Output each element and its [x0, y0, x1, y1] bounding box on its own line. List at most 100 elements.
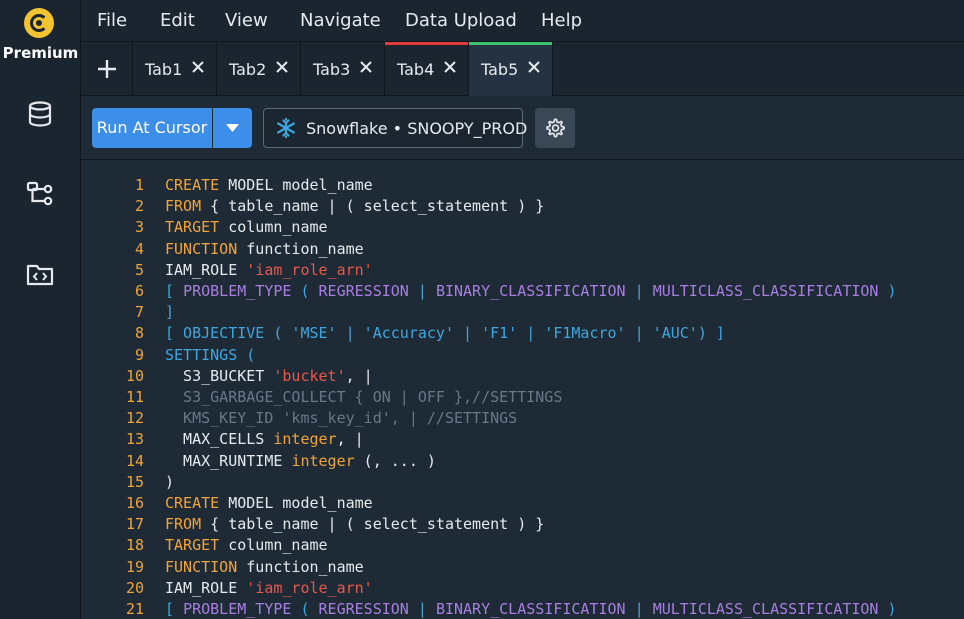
code-token: [ — [165, 600, 184, 618]
code-line[interactable]: 10 S3_BUCKET 'bucket', | — [81, 367, 964, 388]
code-token: TARGET — [165, 218, 220, 237]
code-text: TARGET column_name — [165, 536, 328, 554]
run-options-dropdown[interactable] — [213, 108, 252, 148]
code-token: ( — [291, 282, 319, 300]
settings-button[interactable] — [535, 108, 575, 148]
code-token: | — [625, 600, 653, 618]
toolbar: Run At Cursor Snowflake • SNOOPY_PROD — [81, 96, 964, 160]
tab-3[interactable]: Tab3 — [301, 42, 385, 96]
code-token: integer — [291, 451, 355, 470]
schema-tree-icon[interactable] — [26, 180, 54, 208]
menu-navigate[interactable]: Navigate — [300, 10, 381, 31]
code-token: [ OBJECTIVE ( 'MSE' | 'Accuracy' | 'F1' … — [165, 324, 725, 343]
code-line[interactable]: 1 CREATE MODEL model_name — [81, 176, 964, 197]
database-icon[interactable] — [26, 100, 54, 128]
line-number: 16 — [125, 494, 144, 512]
code-token: integer — [273, 430, 337, 449]
code-token: , | — [336, 430, 364, 449]
plus-icon — [98, 60, 116, 78]
tab-5[interactable]: Tab5 — [469, 42, 553, 96]
line-number: 7 — [134, 303, 144, 322]
new-tab-button[interactable] — [81, 42, 133, 96]
code-line[interactable]: 14 MAX_RUNTIME integer (, ... ) — [81, 452, 964, 473]
code-text: SETTINGS ( — [165, 346, 255, 364]
code-line[interactable]: 7] — [81, 303, 964, 324]
code-line[interactable]: 13 MAX_CELLS integer, | — [81, 430, 964, 451]
code-token: ] — [165, 303, 175, 322]
code-text: ) — [165, 473, 174, 491]
code-token: CREATE — [165, 494, 220, 512]
code-text: ] — [165, 303, 174, 321]
code-token: MULTICLASS_CLASSIFICATION — [652, 600, 879, 618]
code-token: BINARY_CLASSIFICATION — [435, 282, 626, 300]
code-line[interactable]: 9 SETTINGS ( — [81, 346, 964, 367]
code-token: ) — [878, 282, 897, 300]
code-text: IAM_ROLE 'iam_role_arn' — [165, 261, 373, 279]
logo-icon[interactable] — [24, 8, 54, 38]
code-line[interactable]: 19 FUNCTION function_name — [81, 558, 964, 579]
tab-4[interactable]: Tab4 — [385, 42, 469, 96]
menu-file[interactable]: File — [97, 10, 127, 31]
code-token: ) — [878, 600, 897, 618]
code-line[interactable]: 5 IAM_ROLE 'iam_role_arn' — [81, 261, 964, 282]
brand-label: Premium — [2, 44, 79, 62]
tab-label: Tab5 — [481, 60, 519, 79]
code-line[interactable]: 6 [ PROBLEM_TYPE ( REGRESSION | BINARY_CL… — [81, 282, 964, 303]
tab-1[interactable]: Tab1 — [133, 42, 217, 96]
code-token: TARGET — [165, 536, 220, 555]
tab-label: Tab2 — [229, 60, 267, 79]
code-line[interactable]: 2 FROM { table_name | ( select_statement … — [81, 197, 964, 218]
code-line[interactable]: 17 FROM { table_name | ( select_statement… — [81, 515, 964, 536]
code-line[interactable]: 16 CREATE MODEL model_name — [81, 494, 964, 515]
code-token: REGRESSION — [318, 600, 409, 618]
line-number: 21 — [125, 600, 144, 618]
line-number: 9 — [134, 345, 144, 364]
tab-label: Tab3 — [313, 60, 351, 79]
code-token: 'iam_role_arn' — [246, 578, 373, 597]
run-at-cursor-button[interactable]: Run At Cursor — [92, 108, 212, 148]
close-icon[interactable] — [443, 60, 457, 74]
close-icon[interactable] — [191, 60, 205, 74]
close-icon[interactable] — [359, 60, 373, 74]
menu-view[interactable]: View — [225, 10, 268, 31]
code-token: FUNCTION — [165, 239, 238, 258]
code-token: MAX_CELLS — [165, 430, 274, 449]
menu-bar: File Edit View Navigate Data Upload Help — [81, 0, 964, 42]
code-text: [ OBJECTIVE ( 'MSE' | 'Accuracy' | 'F1' … — [165, 324, 725, 342]
connection-selector[interactable]: Snowflake • SNOOPY_PROD — [263, 108, 527, 148]
code-token: BINARY_CLASSIFICATION — [435, 600, 626, 618]
code-text: [ PROBLEM_TYPE ( REGRESSION | BINARY_CLA… — [165, 282, 897, 300]
code-line[interactable]: 3 TARGET column_name — [81, 218, 964, 239]
tab-label: Tab1 — [145, 60, 183, 79]
menu-help[interactable]: Help — [541, 10, 582, 31]
line-number: 1 — [134, 176, 144, 194]
code-line[interactable]: 20 IAM_ROLE 'iam_role_arn' — [81, 579, 964, 600]
code-line[interactable]: 21 [ PROBLEM_TYPE ( REGRESSION | BINARY_C… — [81, 600, 964, 619]
code-token: function_name — [237, 239, 364, 258]
code-line[interactable]: 12 KMS_KEY_ID 'kms_key_id', | //SETTINGS — [81, 409, 964, 430]
close-icon[interactable] — [527, 60, 541, 74]
menu-data-upload[interactable]: Data Upload — [405, 10, 517, 31]
close-icon[interactable] — [275, 60, 289, 74]
code-line[interactable]: 8 [ OBJECTIVE ( 'MSE' | 'Accuracy' | 'F1'… — [81, 324, 964, 345]
code-token: SETTINGS ( — [165, 345, 256, 364]
code-token: KMS_KEY_ID 'kms_key_id', | //SETTINGS — [165, 409, 518, 428]
code-line[interactable]: 4 FUNCTION function_name — [81, 240, 964, 261]
code-token: function_name — [237, 557, 364, 576]
code-editor[interactable]: 1 CREATE MODEL model_name 2 FROM { table_na… — [81, 161, 964, 619]
tab-status-indicator — [469, 42, 552, 45]
code-token: FUNCTION — [165, 557, 238, 576]
code-line[interactable]: 18 TARGET column_name — [81, 536, 964, 557]
code-token: { table_name | ( select_statement ) } — [201, 515, 545, 534]
menu-edit[interactable]: Edit — [160, 10, 195, 31]
tab-label: Tab4 — [397, 60, 435, 79]
line-number: 2 — [134, 197, 144, 216]
tab-2[interactable]: Tab2 — [217, 42, 301, 96]
code-folder-icon[interactable] — [26, 260, 54, 288]
code-line[interactable]: 15) — [81, 473, 964, 494]
code-text: TARGET column_name — [165, 218, 328, 236]
code-token: ) — [165, 472, 175, 491]
code-line[interactable]: 11 S3_GARBAGE_COLLECT { ON | OFF },//SET… — [81, 388, 964, 409]
code-token: column_name — [219, 536, 328, 555]
code-text: CREATE MODEL model_name — [165, 494, 373, 512]
